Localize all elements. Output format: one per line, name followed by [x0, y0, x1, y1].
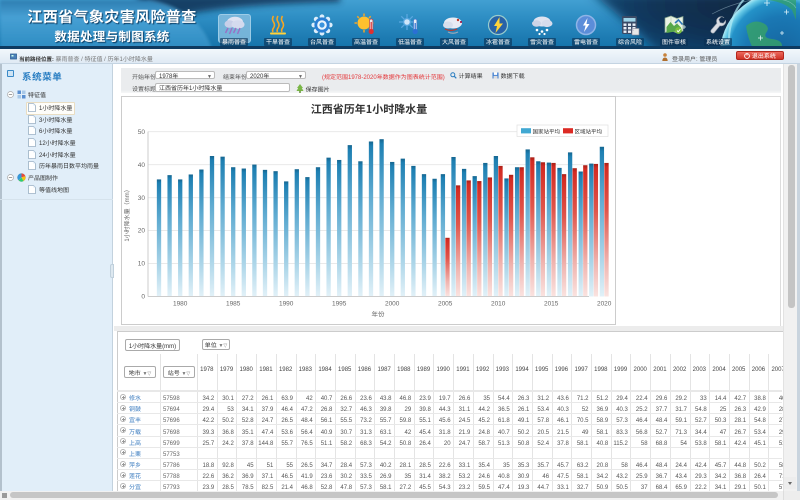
svg-text:2010: 2010 [491, 298, 506, 308]
svg-text:50: 50 [138, 126, 146, 136]
svg-text:2005: 2005 [438, 298, 453, 308]
svg-text:2020: 2020 [597, 298, 612, 308]
svg-text:1980: 1980 [173, 298, 188, 308]
svg-text:年份: 年份 [372, 309, 386, 319]
svg-text:2015: 2015 [544, 298, 559, 308]
svg-text:40: 40 [138, 159, 146, 169]
svg-text:1990: 1990 [279, 298, 294, 308]
svg-text:国家站平均: 国家站平均 [533, 127, 561, 135]
svg-text:20: 20 [138, 225, 146, 235]
svg-text:1995: 1995 [332, 298, 347, 308]
svg-text:江西省历年1小时降水量: 江西省历年1小时降水量 [311, 101, 428, 117]
svg-text:1小时降水量（mm）: 1小时降水量（mm） [122, 186, 131, 241]
svg-text:1985: 1985 [226, 298, 241, 308]
svg-text:0: 0 [141, 291, 145, 301]
svg-text:区域站平均: 区域站平均 [575, 127, 603, 135]
svg-text:2000: 2000 [385, 298, 400, 308]
svg-text:10: 10 [138, 258, 146, 268]
svg-text:30: 30 [138, 192, 146, 202]
